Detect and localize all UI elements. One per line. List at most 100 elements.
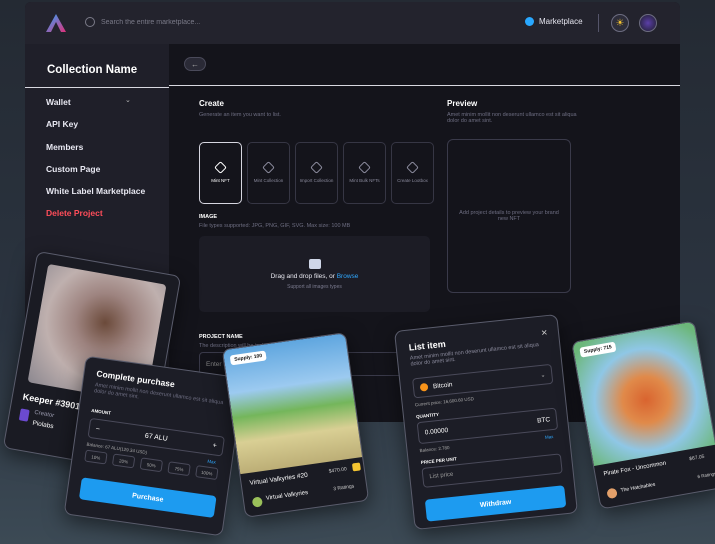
price-label: PRICE PER UNIT xyxy=(420,456,457,466)
option-mint-bulk-nfts[interactable]: Mint Bulk NFTs xyxy=(343,142,386,204)
nft-name: Virtual Valkyries #20 xyxy=(249,471,309,487)
import-collection-icon xyxy=(310,161,323,174)
percent-50-button[interactable]: 50% xyxy=(139,457,164,473)
nft-price: $67.05 xyxy=(688,453,705,463)
complete-purchase-dialog: Complete purchase Amet minim mollit non … xyxy=(63,355,245,537)
quantity-label: QUANTITY xyxy=(415,411,440,420)
mint-collection-icon xyxy=(262,161,275,174)
creator-label: Creator xyxy=(33,409,55,420)
image-label: IMAGE xyxy=(199,214,218,220)
sidebar-item-white-label-marketplace[interactable]: White Label Marketplace xyxy=(46,186,145,196)
arrow-left-icon: ← xyxy=(191,59,199,69)
preview-empty-text: Add project details to preview your bran… xyxy=(459,210,559,222)
nft-price: $470.00 xyxy=(328,466,348,475)
project-name-label: PROJECT NAME xyxy=(199,334,243,340)
logo-icon[interactable] xyxy=(45,13,67,33)
max-link[interactable]: Max xyxy=(545,434,554,440)
user-avatar[interactable] xyxy=(639,14,657,32)
percent-20-button[interactable]: 20% xyxy=(111,453,136,469)
option-import-collection[interactable]: Import Collection xyxy=(295,142,338,204)
preview-title: Preview xyxy=(447,99,478,108)
list-item-dialog: List item ✕ Amet minim mollit non deseru… xyxy=(393,313,579,531)
percent-buttons: 10% 20% 50% 75% 100% xyxy=(84,449,219,481)
browse-link[interactable]: Browse xyxy=(337,273,359,280)
search-icon xyxy=(85,17,95,27)
option-label: Mint Bulk NFTs xyxy=(349,178,380,183)
coin-icon xyxy=(351,462,361,472)
option-mint-collection[interactable]: Mint Collection xyxy=(247,142,290,204)
collection-logo-icon xyxy=(251,496,264,508)
percent-10-button[interactable]: 10% xyxy=(84,449,108,465)
file-dropzone[interactable]: Drag and drop files, or Browse Support a… xyxy=(199,236,430,312)
dropzone-label: Drag and drop files, or xyxy=(270,272,337,280)
marketplace-link[interactable]: Marketplace xyxy=(525,17,583,26)
create-subtitle: Generate an item you want to list. xyxy=(199,112,281,118)
sidebar-item-members[interactable]: Members xyxy=(46,142,83,152)
purchase-button[interactable]: Purchase xyxy=(78,477,217,518)
balance-text: Balance: 2.780 xyxy=(419,444,450,454)
max-link[interactable]: Max xyxy=(207,459,216,465)
ratings-count: 3 Ratings xyxy=(332,483,355,493)
collection-name: Collection Name xyxy=(47,64,138,76)
header-divider xyxy=(169,85,680,86)
search-input[interactable] xyxy=(101,18,261,26)
amount-stepper[interactable]: − 67 ALU + xyxy=(87,417,225,457)
dialog-title: List item xyxy=(408,338,447,353)
collection-name: Virtual Valkyries xyxy=(265,489,309,502)
bitcoin-icon xyxy=(419,382,429,392)
mint-bulk-icon xyxy=(358,161,371,174)
sidebar-item-delete-project[interactable]: Delete Project xyxy=(46,208,103,218)
option-label: Mint Collection xyxy=(253,178,284,183)
ratings-count: 6 Ratings xyxy=(697,470,715,480)
topbar-divider xyxy=(598,14,599,32)
nft-artwork xyxy=(572,321,715,467)
nft-name: Keeper #3901 xyxy=(22,391,81,412)
sidebar-item-custom-page[interactable]: Custom Page xyxy=(46,164,100,174)
back-button[interactable]: ← xyxy=(184,57,206,71)
nft-card-pirate-fox[interactable]: Supply: 715 Pirate Fox - Uncommon $67.05… xyxy=(571,320,715,510)
option-mint-nft[interactable]: Mint NFT xyxy=(199,142,242,204)
collection-name: The Hatchables xyxy=(620,481,656,494)
option-label: Create Lootbox xyxy=(397,178,428,183)
preview-subtitle: Amet minim mollit non deserunt ullamco e… xyxy=(447,112,577,124)
plus-icon[interactable]: + xyxy=(212,442,217,450)
minus-icon[interactable]: − xyxy=(95,425,100,433)
option-label: Mint NFT xyxy=(211,178,230,183)
percent-75-button[interactable]: 75% xyxy=(167,461,191,477)
sidebar-item-wallet[interactable]: Wallet xyxy=(46,97,71,107)
option-create-lootbox[interactable]: Create Lootbox xyxy=(391,142,434,204)
top-bar: Marketplace ☀ xyxy=(25,2,680,44)
percent-100-button[interactable]: 100% xyxy=(195,465,219,481)
chevron-down-icon: ⌄ xyxy=(540,372,546,379)
sidebar-item-api-key[interactable]: API Key xyxy=(46,119,78,129)
dropzone-subtitle: Support all images types xyxy=(287,283,342,290)
current-price: Current price: 16,600.60 USD xyxy=(414,396,475,408)
image-subtitle: File types supported: JPG, PNG, GIF, SVG… xyxy=(199,223,351,229)
preview-box: Add project details to preview your bran… xyxy=(447,139,571,293)
search-bar xyxy=(85,17,261,27)
sidebar-divider xyxy=(25,87,169,88)
image-upload-icon xyxy=(308,258,321,269)
lootbox-icon xyxy=(406,161,419,174)
theme-toggle-sun-icon[interactable]: ☀ xyxy=(611,14,629,32)
quantity-value: 0.00000 xyxy=(424,426,449,436)
amount-label: AMOUNT xyxy=(90,407,112,416)
creator-name: Piolabs xyxy=(31,419,55,431)
marketplace-icon xyxy=(525,17,534,26)
quantity-unit: BTC xyxy=(536,415,551,425)
currency-select[interactable]: Bitcoin ⌄ xyxy=(412,363,554,399)
create-title: Create xyxy=(199,99,224,108)
collection-logo-icon xyxy=(606,487,618,500)
withdraw-button[interactable]: Withdraw xyxy=(424,485,567,522)
creator-logo-icon xyxy=(18,408,30,422)
mint-nft-icon xyxy=(214,161,227,174)
currency-value: Bitcoin xyxy=(432,380,453,390)
nft-card-virtual-valkyries[interactable]: Supply: 100 Virtual Valkyries #20 $470.0… xyxy=(221,332,370,518)
nft-name: Pirate Fox - Uncommon xyxy=(603,460,667,478)
chevron-down-icon[interactable]: ⌄ xyxy=(125,96,131,104)
option-label: Import Collection xyxy=(299,178,334,183)
marketplace-label: Marketplace xyxy=(539,17,583,26)
dropzone-text: Drag and drop files, or Browse xyxy=(271,273,359,280)
amount-value: 67 ALU xyxy=(144,432,169,443)
close-icon[interactable]: ✕ xyxy=(541,328,549,338)
